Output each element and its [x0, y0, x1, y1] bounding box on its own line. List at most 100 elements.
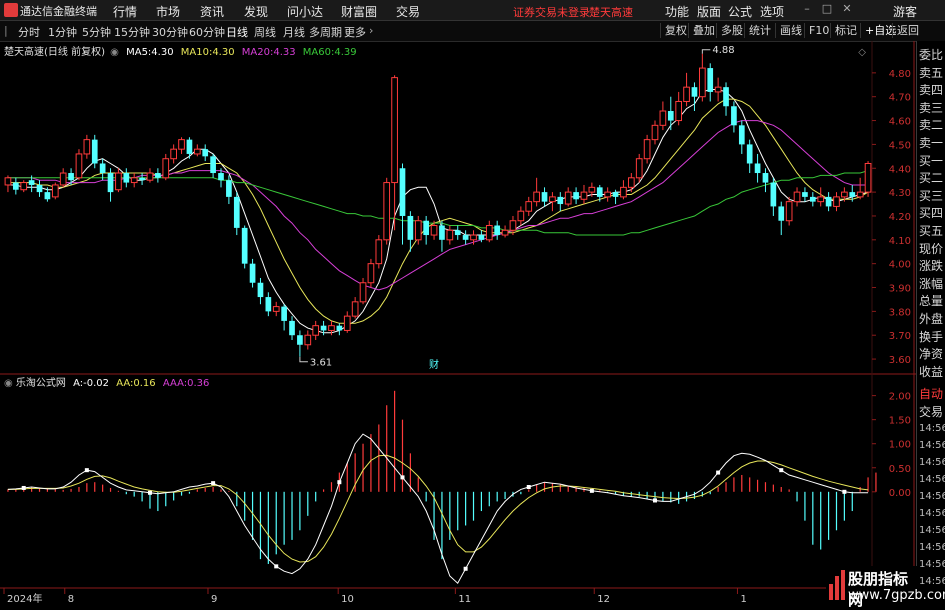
candle [336, 323, 343, 336]
candle-body [320, 325, 327, 331]
user-label[interactable]: 游客 [893, 3, 917, 20]
candle-body [675, 100, 683, 122]
sidebar-field-label: 卖五 [919, 65, 944, 80]
quote-sidebar: 委比 卖五 卖四 卖三 卖二 卖一 买一 买二 买三 买四 买五 现价 涨跌 涨幅 总量 外盘 换手 净资 收益 自动… [916, 41, 945, 609]
candle-body [367, 263, 375, 284]
candle-body [130, 177, 138, 184]
candle [20, 180, 28, 193]
price-tick-label: 4.50 [889, 140, 911, 151]
overlay-button[interactable]: 叠加 [688, 23, 719, 38]
maximize-icon[interactable]: □ [820, 2, 834, 16]
drawing-button[interactable]: 画线 [775, 23, 806, 38]
sidebar-field-label: 卖一 [919, 136, 944, 150]
candle-body [746, 144, 753, 164]
indicator-a-dot [211, 481, 216, 486]
menu-news[interactable]: 资讯 [200, 3, 224, 20]
app-name: 通达信金融终端 [20, 5, 97, 18]
candle [146, 168, 154, 183]
candle-body [186, 139, 193, 154]
candle [699, 53, 706, 102]
candle [731, 101, 737, 133]
candle-body [304, 334, 312, 346]
tick-time: 14:56 [919, 525, 945, 536]
period-tab-intraday[interactable]: 分时 [18, 24, 40, 40]
f10-button[interactable]: F10 [804, 23, 833, 38]
candle-body [297, 335, 303, 345]
period-tab-15min[interactable]: 15分钟 [114, 24, 150, 40]
candle-body [383, 182, 391, 241]
indicator-a-line [7, 433, 869, 584]
candle [549, 192, 556, 212]
period-tab-monthly[interactable]: 月线 [283, 24, 305, 40]
sidebar-field-label: 买三 [919, 188, 944, 203]
adjust-button[interactable]: 复权 [660, 23, 691, 38]
multi-stock-button[interactable]: 多股 [716, 23, 747, 38]
candle [130, 173, 138, 188]
auto-button[interactable]: 自动 [919, 385, 943, 402]
period-tab-30min[interactable]: 30分钟 [152, 24, 188, 40]
price-tick-label: 4.30 [889, 188, 911, 199]
menu-functions[interactable]: 功能 [665, 3, 689, 20]
menu-quotes[interactable]: 行情 [113, 3, 137, 20]
candle-body [485, 225, 493, 241]
close-icon[interactable]: ✕ [840, 2, 854, 16]
period-tab-more[interactable]: 更多 [344, 24, 366, 40]
sidebar-field-label: 现价 [919, 241, 944, 256]
menu-discover[interactable]: 发现 [244, 3, 268, 20]
scroll-diamond-icon: ◇ [858, 47, 866, 58]
period-tab-5min[interactable]: 5分钟 [82, 24, 111, 40]
candle [564, 187, 572, 207]
trade-button[interactable]: 交易 [919, 403, 943, 420]
candle [785, 196, 793, 226]
candle-body [612, 192, 619, 197]
candle-body [691, 87, 698, 97]
candle [4, 175, 12, 193]
x-tick-label: 8 [68, 594, 74, 605]
candle-body [439, 225, 445, 240]
login-notice[interactable]: 证券交易未登录 [513, 4, 590, 20]
menu-formula[interactable]: 公式 [728, 3, 752, 20]
menu-options[interactable]: 选项 [760, 3, 784, 20]
period-tab-weekly[interactable]: 周线 [254, 24, 276, 40]
x-tick-label: 9 [211, 594, 217, 605]
candle-body [193, 148, 201, 155]
candle [281, 304, 287, 331]
sidebar-field-label: 总量 [919, 294, 944, 309]
price-tick-label: 4.20 [889, 212, 911, 223]
candle-body [714, 86, 722, 93]
menu-ask[interactable]: 问小达 [287, 3, 323, 20]
candle-body [336, 325, 343, 331]
candle [770, 177, 777, 216]
candle [802, 187, 808, 202]
menu-layout[interactable]: 版面 [697, 3, 721, 20]
menu-trade[interactable]: 交易 [396, 3, 420, 20]
back-button[interactable]: 返回 [892, 23, 923, 38]
candle-body [91, 139, 98, 164]
candle-body [265, 297, 272, 312]
candle [517, 206, 525, 226]
mark-button[interactable]: 标记 [830, 23, 861, 38]
chevron-right-icon[interactable]: › [369, 24, 373, 37]
candle-body [793, 191, 801, 203]
high-marker [701, 49, 711, 54]
candle [170, 144, 177, 164]
tick-time: 14:56 [919, 576, 945, 587]
menu-market[interactable]: 市场 [156, 3, 180, 20]
minimize-icon[interactable]: – [800, 2, 814, 16]
candle-body [667, 111, 674, 121]
period-tab-daily[interactable]: 日线 [226, 24, 248, 40]
candle-body [699, 67, 706, 98]
period-tab-1min[interactable]: 1分钟 [48, 24, 77, 40]
sidebar-field-label: 收益 [919, 364, 944, 379]
kline-chart[interactable]: 4.80 4.70 4.60 4.50 4.40 4.30 4.20 4.10 4.00 3.90… [0, 41, 916, 609]
candle [557, 192, 564, 212]
candle-body [517, 210, 525, 222]
menu-wealth[interactable]: 财富圈 [341, 3, 377, 20]
statistics-button[interactable]: 统计 [744, 23, 775, 38]
period-tab-multi[interactable]: 多周期 [309, 24, 342, 40]
toolbar-nav-icon[interactable]: | [4, 24, 8, 37]
period-tab-60min[interactable]: 60分钟 [189, 24, 225, 40]
sidebar-field-label: 委比 [919, 48, 944, 62]
sidebar-field-label: 买四 [919, 206, 944, 221]
candle [75, 149, 83, 181]
